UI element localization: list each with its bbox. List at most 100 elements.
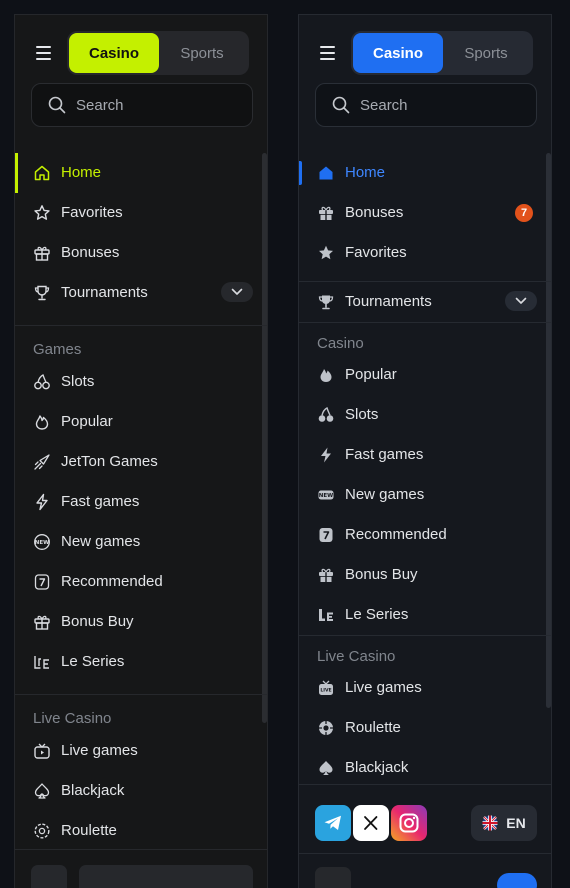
- nav-item-recommended[interactable]: Recommended: [299, 515, 537, 555]
- footer-toggle[interactable]: [497, 873, 537, 888]
- casino-sports-toggle: Casino Sports: [351, 31, 533, 75]
- instagram-icon: [399, 813, 419, 833]
- x-button[interactable]: [353, 805, 389, 841]
- cherries-icon: [318, 407, 334, 422]
- search-input[interactable]: Search: [315, 83, 537, 127]
- nav-item-roulette[interactable]: Roulette: [299, 708, 537, 748]
- search-icon: [332, 96, 350, 114]
- nav-item-le-series[interactable]: Le Series: [299, 595, 537, 635]
- le-series-icon: [34, 656, 49, 669]
- nav-label: Le Series: [345, 606, 409, 623]
- nav-item-fast-games[interactable]: Fast games: [15, 482, 253, 522]
- uk-flag-icon: [482, 815, 498, 831]
- nav-item-recommended[interactable]: Recommended: [15, 562, 253, 602]
- new-icon: NEW: [34, 534, 50, 550]
- expand-tournaments-button[interactable]: [505, 291, 537, 311]
- home-icon: [34, 165, 50, 181]
- sidebar-casino-blue: Casino Sports Search Home Bonuses 7 Favo…: [298, 14, 552, 888]
- scrollbar[interactable]: [262, 153, 267, 723]
- hamburger-menu-icon[interactable]: [35, 45, 53, 61]
- nav-item-tournaments[interactable]: Tournaments: [15, 273, 253, 313]
- gift-icon: [34, 615, 50, 630]
- nav-item-live-games[interactable]: Live games: [15, 731, 253, 771]
- nav-label: Bonus Buy: [61, 613, 134, 630]
- tab-casino[interactable]: Casino: [69, 33, 159, 73]
- tab-sports[interactable]: Sports: [157, 33, 247, 73]
- nav-item-bonuses[interactable]: Bonuses 7: [299, 193, 537, 233]
- nav-item-popular[interactable]: Popular: [15, 402, 253, 442]
- trophy-icon: [318, 295, 334, 310]
- nav-item-slots[interactable]: Slots: [299, 395, 537, 435]
- divider: [299, 635, 551, 636]
- nav-item-new-games[interactable]: NEW New games: [299, 475, 537, 515]
- nav-item-home[interactable]: Home: [15, 153, 253, 193]
- gift-icon: [319, 568, 333, 582]
- tv-icon: [34, 743, 50, 759]
- spade-icon: [319, 761, 333, 775]
- cherries-icon: [34, 374, 50, 390]
- nav-item-new-games[interactable]: NEW New games: [15, 522, 253, 562]
- trophy-icon: [34, 285, 50, 301]
- x-icon: [364, 816, 378, 830]
- sidebar-casino-lime: Casino Sports Search Home Favorites Bonu…: [14, 14, 268, 888]
- tab-sports[interactable]: Sports: [441, 33, 531, 73]
- nav-item-le-series[interactable]: Le Series: [15, 642, 253, 682]
- seven-icon: [34, 574, 50, 590]
- telegram-button[interactable]: [315, 805, 351, 841]
- footer-button[interactable]: [31, 865, 67, 888]
- nav-label: Tournaments: [61, 284, 148, 301]
- casino-sports-toggle: Casino Sports: [67, 31, 249, 75]
- tab-casino[interactable]: Casino: [353, 33, 443, 73]
- nav-label: Roulette: [345, 719, 401, 736]
- search-input[interactable]: Search: [31, 83, 253, 127]
- nav-item-blackjack[interactable]: Blackjack: [299, 748, 537, 788]
- divider: [299, 322, 551, 323]
- nav-item-tournaments[interactable]: Tournaments: [299, 282, 537, 322]
- nav-item-favorites[interactable]: Favorites: [15, 193, 253, 233]
- search-placeholder: Search: [360, 97, 408, 114]
- nav-item-bonus-buy[interactable]: Bonus Buy: [15, 602, 253, 642]
- hamburger-menu-icon[interactable]: [319, 45, 337, 61]
- nav-label: Bonuses: [345, 204, 404, 221]
- expand-tournaments-button[interactable]: [221, 282, 253, 302]
- nav-item-home[interactable]: Home: [299, 153, 537, 193]
- scrollbar[interactable]: [546, 153, 551, 708]
- nav-label: Slots: [61, 373, 95, 390]
- section-title-live-casino: Live Casino: [33, 710, 112, 727]
- roulette-icon: [319, 721, 333, 735]
- nav-item-popular[interactable]: Popular: [299, 355, 537, 395]
- nav-item-blackjack[interactable]: Blackjack: [15, 771, 253, 811]
- nav-item-live-games[interactable]: LIVE Live games: [299, 668, 537, 708]
- nav-label: Fast games: [345, 446, 424, 463]
- nav-label: Roulette: [61, 822, 117, 839]
- chevron-down-icon: [515, 297, 527, 304]
- nav-label: Bonus Buy: [345, 566, 418, 583]
- nav-item-roulette[interactable]: Roulette: [15, 811, 253, 851]
- nav-label: Slots: [345, 406, 379, 423]
- gift-icon: [319, 206, 333, 220]
- nav-item-bonus-buy[interactable]: Bonus Buy: [299, 555, 537, 595]
- nav-item-fast-games[interactable]: Fast games: [299, 435, 537, 475]
- nav-label: Recommended: [345, 526, 447, 543]
- language-label: EN: [506, 815, 526, 831]
- star-icon: [319, 245, 333, 260]
- nav-label: Blackjack: [345, 759, 409, 776]
- nav-label: Fast games: [61, 493, 140, 510]
- language-selector[interactable]: EN: [471, 805, 537, 841]
- nav-item-slots[interactable]: Slots: [15, 362, 253, 402]
- star-icon: [34, 205, 50, 220]
- nav-label: Bonuses: [61, 244, 120, 261]
- instagram-button[interactable]: [391, 805, 427, 841]
- sidebar-header: Casino Sports: [15, 31, 267, 75]
- footer-button[interactable]: [79, 865, 253, 888]
- nav-label: Live games: [345, 679, 422, 696]
- divider: [15, 849, 267, 850]
- nav-item-favorites[interactable]: Favorites: [299, 233, 537, 273]
- telegram-icon: [324, 815, 341, 830]
- nav-label: Le Series: [61, 653, 125, 670]
- nav-item-bonuses[interactable]: Bonuses: [15, 233, 253, 273]
- nav-item-jetton-games[interactable]: JetTon Games: [15, 442, 253, 482]
- footer-button[interactable]: [315, 867, 351, 888]
- search-placeholder: Search: [76, 97, 124, 114]
- bonus-count-badge: 7: [515, 204, 533, 222]
